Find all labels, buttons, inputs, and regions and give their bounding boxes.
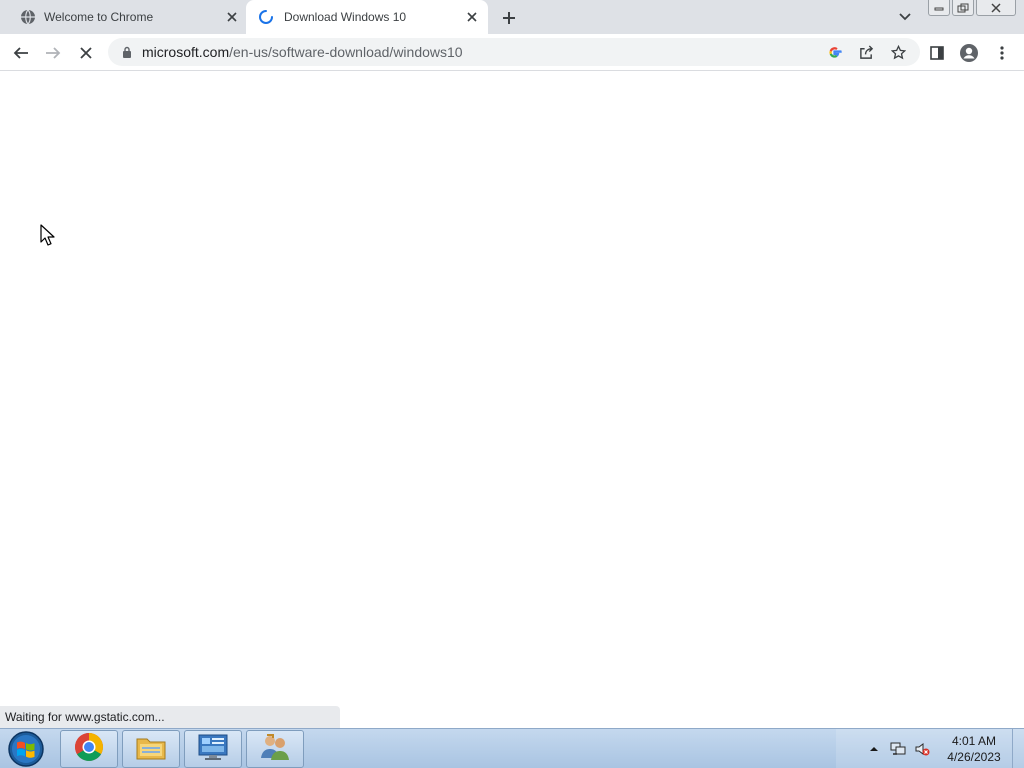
mouse-cursor-icon [40,224,55,246]
taskbar-chrome[interactable] [60,730,118,768]
share-icon[interactable] [858,44,874,60]
users-icon [259,732,291,767]
network-icon[interactable] [890,741,906,757]
taskbar-users[interactable] [246,730,304,768]
tab-download-windows-title: Download Windows 10 [284,10,407,24]
clock-time: 4:01 AM [951,734,997,748]
restore-button[interactable] [952,0,974,16]
url-host: microsoft.com [142,44,230,60]
url-path: /en-us/software-download/windows10 [229,44,463,60]
loading-spinner-icon [258,9,274,25]
forward-arrow-icon[interactable] [42,42,64,64]
close-icon[interactable] [464,9,480,25]
page-content [0,71,1024,728]
tab-strip: Welcome to Chrome Download Windows 10 [0,0,1024,34]
system-clock[interactable]: 4:01 AM 4/26/2023 [940,733,1008,765]
screen: Welcome to Chrome Download Windows 10 mi… [0,0,1024,768]
window-controls [928,0,1016,18]
browser-toolbar: microsoft.com/en-us/software-download/wi… [0,34,1024,71]
tab-welcome-title: Welcome to Chrome [44,10,154,24]
show-hidden-icons-icon[interactable] [866,741,882,757]
star-bookmark-icon[interactable] [890,44,906,60]
url-text[interactable]: microsoft.com/en-us/software-download/wi… [142,44,463,60]
status-bubble: Waiting for www.gstatic.com... [0,706,340,728]
more-menu-icon[interactable] [991,42,1013,64]
side-panel-icon[interactable] [926,42,948,64]
file-explorer-icon [135,733,167,766]
lock-icon[interactable] [120,45,134,59]
taskbar-file-explorer[interactable] [122,730,180,768]
minimize-button[interactable] [928,0,950,16]
window-close-button[interactable] [976,0,1016,16]
control-panel-icon [197,732,229,767]
google-lens-icon[interactable] [826,44,842,60]
chrome-icon [74,732,104,767]
clock-date: 4/26/2023 [947,750,1001,764]
stop-loading-icon[interactable] [75,42,97,64]
show-desktop-button[interactable] [1012,729,1024,768]
taskbar: 4:01 AM 4/26/2023 [0,728,1024,768]
close-icon[interactable] [224,9,240,25]
profile-avatar-icon[interactable] [958,42,980,64]
address-bar[interactable]: microsoft.com/en-us/software-download/wi… [108,38,920,66]
tab-welcome[interactable]: Welcome to Chrome [0,0,246,34]
chevron-down-icon[interactable] [896,9,914,25]
volume-muted-icon[interactable] [914,741,930,757]
start-button[interactable] [4,730,48,768]
globe-icon [20,9,36,25]
new-tab-button[interactable] [498,7,520,29]
taskbar-control-panel[interactable] [184,730,242,768]
back-arrow-icon[interactable] [10,42,32,64]
tab-download-windows[interactable]: Download Windows 10 [246,0,488,34]
